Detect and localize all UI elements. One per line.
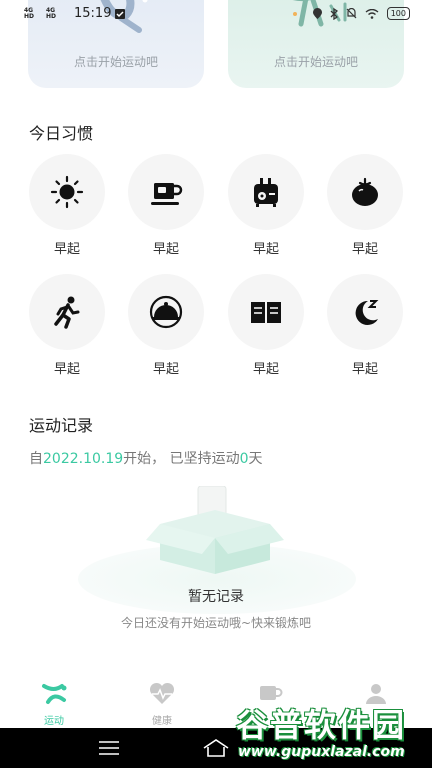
empty-box-icon <box>146 486 284 574</box>
tab-sport-label: 运动 <box>44 716 64 727</box>
card-hint-left: 点击开始运动吧 <box>73 55 158 69</box>
tab-sport[interactable]: 运动 <box>24 682 84 727</box>
habit-item[interactable]: 早起 <box>29 154 105 257</box>
empty-subtitle: 今日还没有开始运动哦~快来锻炼吧 <box>120 616 312 630</box>
status-time: 15:19 <box>74 6 112 21</box>
habit-item[interactable]: 早起 <box>327 154 403 257</box>
watermark-logo: 谷普软件园 www.gupuxlazal.com <box>232 700 430 768</box>
food-cloche-icon <box>149 295 183 329</box>
record-prefix: 自 <box>29 451 43 467</box>
status-bar: 4G HD 4G HD 15:19 100 <box>0 0 432 28</box>
health-icon <box>149 682 175 704</box>
habit-item[interactable]: 早起 <box>228 274 304 377</box>
watermark-url: www.gupuxlazal.com <box>238 744 405 760</box>
habit-item[interactable]: 早起 <box>128 154 204 257</box>
book-icon <box>251 302 281 323</box>
habit-label: 早起 <box>53 242 80 257</box>
records-title: 运动记录 <box>29 416 94 435</box>
card-hint-right: 点击开始运动吧 <box>273 55 358 69</box>
habit-label: 早起 <box>152 242 179 257</box>
record-days: 0 <box>239 451 249 467</box>
habit-label: 早起 <box>351 242 378 257</box>
habit-label: 早起 <box>351 362 378 377</box>
tomato-icon <box>352 177 378 206</box>
running-icon <box>54 296 80 329</box>
record-middle: 开始， 已坚持运动 <box>123 451 240 467</box>
habit-label: 早起 <box>252 362 279 377</box>
notification-icon <box>115 8 126 19</box>
habit-item[interactable]: 早起 <box>327 274 403 377</box>
empty-title: 暂无记录 <box>188 589 244 605</box>
record-start-date: 2022.10.19 <box>43 451 124 467</box>
menu-icon[interactable] <box>98 741 120 755</box>
coffee-cup-icon <box>151 183 183 205</box>
home-icon[interactable] <box>202 738 230 758</box>
mute-icon <box>346 8 357 19</box>
sun-icon <box>50 175 84 209</box>
wifi-icon <box>365 8 379 19</box>
habit-label: 早起 <box>252 242 279 257</box>
network-indicator-1: 4G HD <box>24 6 35 20</box>
toaster-icon <box>254 178 278 207</box>
tab-health[interactable]: 健康 <box>132 682 192 727</box>
bluetooth-icon <box>330 7 338 20</box>
habit-item[interactable]: 早起 <box>228 154 304 257</box>
network-indicator-2: 4G HD <box>46 6 57 20</box>
habit-label: 早起 <box>152 362 179 377</box>
habit-item[interactable]: 早起 <box>128 274 204 377</box>
sport-icon <box>42 684 67 704</box>
location-icon <box>312 8 322 19</box>
battery-indicator: 100 <box>386 7 410 20</box>
record-suffix: 天 <box>248 451 263 467</box>
tab-health-label: 健康 <box>152 716 172 727</box>
watermark-title: 谷普软件园 <box>236 706 407 744</box>
habit-label: 早起 <box>53 362 80 377</box>
habit-item[interactable]: 早起 <box>29 274 105 377</box>
habits-title: 今日习惯 <box>29 124 94 143</box>
moon-sleep-icon <box>355 300 379 325</box>
record-summary: 自2022.10.19开始， 已坚持运动0天 <box>29 448 263 468</box>
